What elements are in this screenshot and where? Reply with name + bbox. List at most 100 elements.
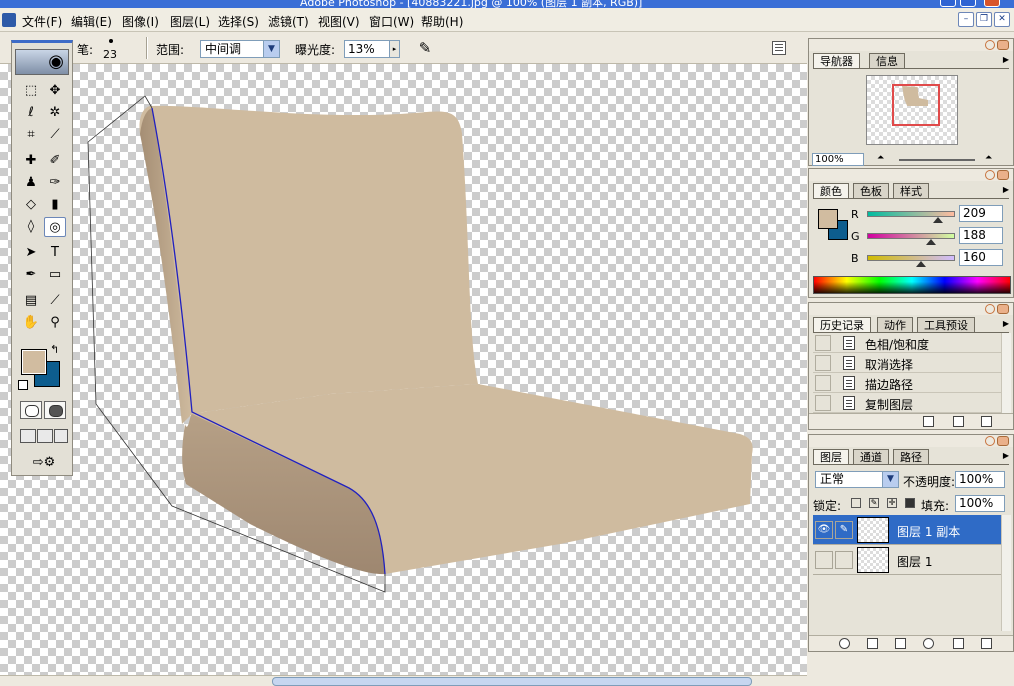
- brush-link-icon[interactable]: [835, 551, 853, 569]
- jump-to-imageready-icon[interactable]: ⇨⚙: [20, 453, 68, 473]
- tab-styles[interactable]: 样式: [893, 183, 929, 199]
- tab-info[interactable]: 信息: [869, 53, 905, 69]
- exposure-input[interactable]: 13% ▸: [344, 40, 400, 58]
- adjustment-layer-icon[interactable]: [923, 638, 934, 649]
- doc-minimize-icon[interactable]: –: [958, 12, 974, 27]
- menu-window[interactable]: 窗口(W): [369, 13, 414, 30]
- minimize-icon[interactable]: [997, 304, 1009, 314]
- eye-icon[interactable]: 👁: [815, 521, 833, 539]
- new-snapshot-icon[interactable]: [953, 416, 964, 427]
- type-icon[interactable]: T: [44, 243, 66, 263]
- hand-icon[interactable]: ✋: [20, 313, 42, 333]
- lock-all-icon[interactable]: [905, 498, 915, 508]
- zoom-in-icon[interactable]: ⏶: [985, 153, 992, 163]
- blue-value[interactable]: 160: [959, 249, 1003, 266]
- color-ramp[interactable]: [813, 276, 1011, 294]
- layer-style-icon[interactable]: [839, 638, 850, 649]
- menu-file[interactable]: 文件(F): [22, 13, 62, 30]
- brush-preview-icon[interactable]: [109, 39, 113, 43]
- layer-row-1[interactable]: 图层 1: [813, 545, 1001, 575]
- exposure-slider-icon[interactable]: ▸: [389, 41, 399, 57]
- panel-grip[interactable]: [809, 435, 1013, 447]
- menu-select[interactable]: 选择(S): [218, 13, 259, 30]
- screen-mode-standard-icon[interactable]: [20, 429, 36, 443]
- tab-color[interactable]: 颜色: [813, 183, 849, 199]
- slice-icon[interactable]: ⟋: [44, 125, 66, 145]
- gradient-icon[interactable]: ▮: [44, 195, 66, 215]
- menu-edit[interactable]: 编辑(E): [71, 13, 112, 30]
- doc-close-icon[interactable]: ✕: [994, 12, 1010, 27]
- close-button[interactable]: [984, 0, 1000, 7]
- eye-icon[interactable]: [815, 551, 833, 569]
- adobe-logo-icon[interactable]: ◉: [15, 49, 69, 75]
- standard-mode-icon[interactable]: [20, 401, 42, 419]
- swap-colors-icon[interactable]: ↰: [50, 343, 59, 356]
- navigator-preview[interactable]: [866, 75, 958, 145]
- shape-icon[interactable]: ▭: [44, 265, 66, 285]
- opacity-input[interactable]: 100%: [955, 471, 1005, 488]
- panel-menu-icon[interactable]: ▶: [1003, 55, 1009, 64]
- brush-icon[interactable]: ✐: [44, 151, 66, 171]
- tab-actions[interactable]: 动作: [877, 317, 913, 333]
- minimize-button[interactable]: [940, 0, 956, 7]
- trash-icon[interactable]: [981, 416, 992, 427]
- panel-menu-icon[interactable]: ▶: [1003, 185, 1009, 194]
- airbrush-icon[interactable]: ✎: [414, 39, 436, 59]
- blue-slider[interactable]: [867, 255, 955, 261]
- zoom-icon[interactable]: ⚲: [44, 313, 66, 333]
- menu-image[interactable]: 图像(I): [122, 13, 159, 30]
- magic-wand-icon[interactable]: ✲: [44, 103, 66, 123]
- horizontal-scrollbar[interactable]: [0, 675, 807, 686]
- pen-icon[interactable]: ✒: [20, 265, 42, 285]
- layer-row-1-copy[interactable]: 👁 ✎ 图层 1 副本: [813, 515, 1001, 545]
- brush-link-icon[interactable]: ✎: [835, 521, 853, 539]
- dodge-icon[interactable]: ◎: [44, 217, 66, 237]
- panel-menu-icon[interactable]: ▶: [1003, 319, 1009, 328]
- zoom-slider[interactable]: [899, 159, 975, 161]
- green-slider[interactable]: [867, 233, 955, 239]
- move-icon[interactable]: ✥: [44, 81, 66, 101]
- green-slider-knob[interactable]: [926, 239, 936, 245]
- menu-layer[interactable]: 图层(L): [170, 13, 210, 30]
- tab-navigator[interactable]: 导航器: [813, 53, 860, 69]
- layers-scrollbar[interactable]: [1001, 515, 1011, 631]
- panel-menu-icon[interactable]: ▶: [1003, 451, 1009, 460]
- layer-mask-icon[interactable]: [867, 638, 878, 649]
- navigator-zoom-field[interactable]: 100%: [812, 153, 864, 166]
- layer-name[interactable]: 图层 1 副本: [897, 523, 960, 540]
- history-item[interactable]: 色相/饱和度: [813, 333, 1001, 353]
- eraser-icon[interactable]: ◇: [20, 195, 42, 215]
- crop-icon[interactable]: ⌗: [20, 125, 42, 145]
- chevron-down-icon[interactable]: ▼: [882, 472, 898, 487]
- menu-filter[interactable]: 滤镜(T): [268, 13, 309, 30]
- chevron-down-icon[interactable]: ▼: [263, 41, 279, 57]
- tab-paths[interactable]: 路径: [893, 449, 929, 465]
- history-item[interactable]: 描边路径: [813, 373, 1001, 393]
- app-icon[interactable]: [2, 13, 16, 27]
- history-scrollbar[interactable]: [1001, 333, 1011, 413]
- minimize-icon[interactable]: [997, 170, 1009, 180]
- layer-name[interactable]: 图层 1: [897, 553, 932, 570]
- red-value[interactable]: 209: [959, 205, 1003, 222]
- blend-mode-select[interactable]: 正常 ▼: [815, 471, 899, 488]
- range-select[interactable]: 中间调 ▼: [200, 40, 280, 58]
- foreground-color-swatch[interactable]: [21, 349, 47, 375]
- minimize-icon[interactable]: [997, 436, 1009, 446]
- screen-mode-full-icon[interactable]: [54, 429, 68, 443]
- lock-position-icon[interactable]: ✛: [887, 498, 897, 508]
- lock-image-icon[interactable]: ✎: [869, 498, 879, 508]
- trash-icon[interactable]: [981, 638, 992, 649]
- tab-channels[interactable]: 通道: [853, 449, 889, 465]
- lasso-icon[interactable]: ℓ: [20, 103, 42, 123]
- blue-slider-knob[interactable]: [916, 261, 926, 267]
- foreground-color-swatch[interactable]: [818, 209, 838, 229]
- history-item[interactable]: 复制图层: [813, 393, 1001, 413]
- history-item[interactable]: 取消选择: [813, 353, 1001, 373]
- maximize-button[interactable]: [960, 0, 976, 7]
- lock-transparency-icon[interactable]: [851, 498, 861, 508]
- scrollbar-thumb[interactable]: [272, 677, 752, 686]
- new-document-from-state-icon[interactable]: [923, 416, 934, 427]
- green-value[interactable]: 188: [959, 227, 1003, 244]
- red-slider-knob[interactable]: [933, 217, 943, 223]
- minimize-icon[interactable]: [997, 40, 1009, 50]
